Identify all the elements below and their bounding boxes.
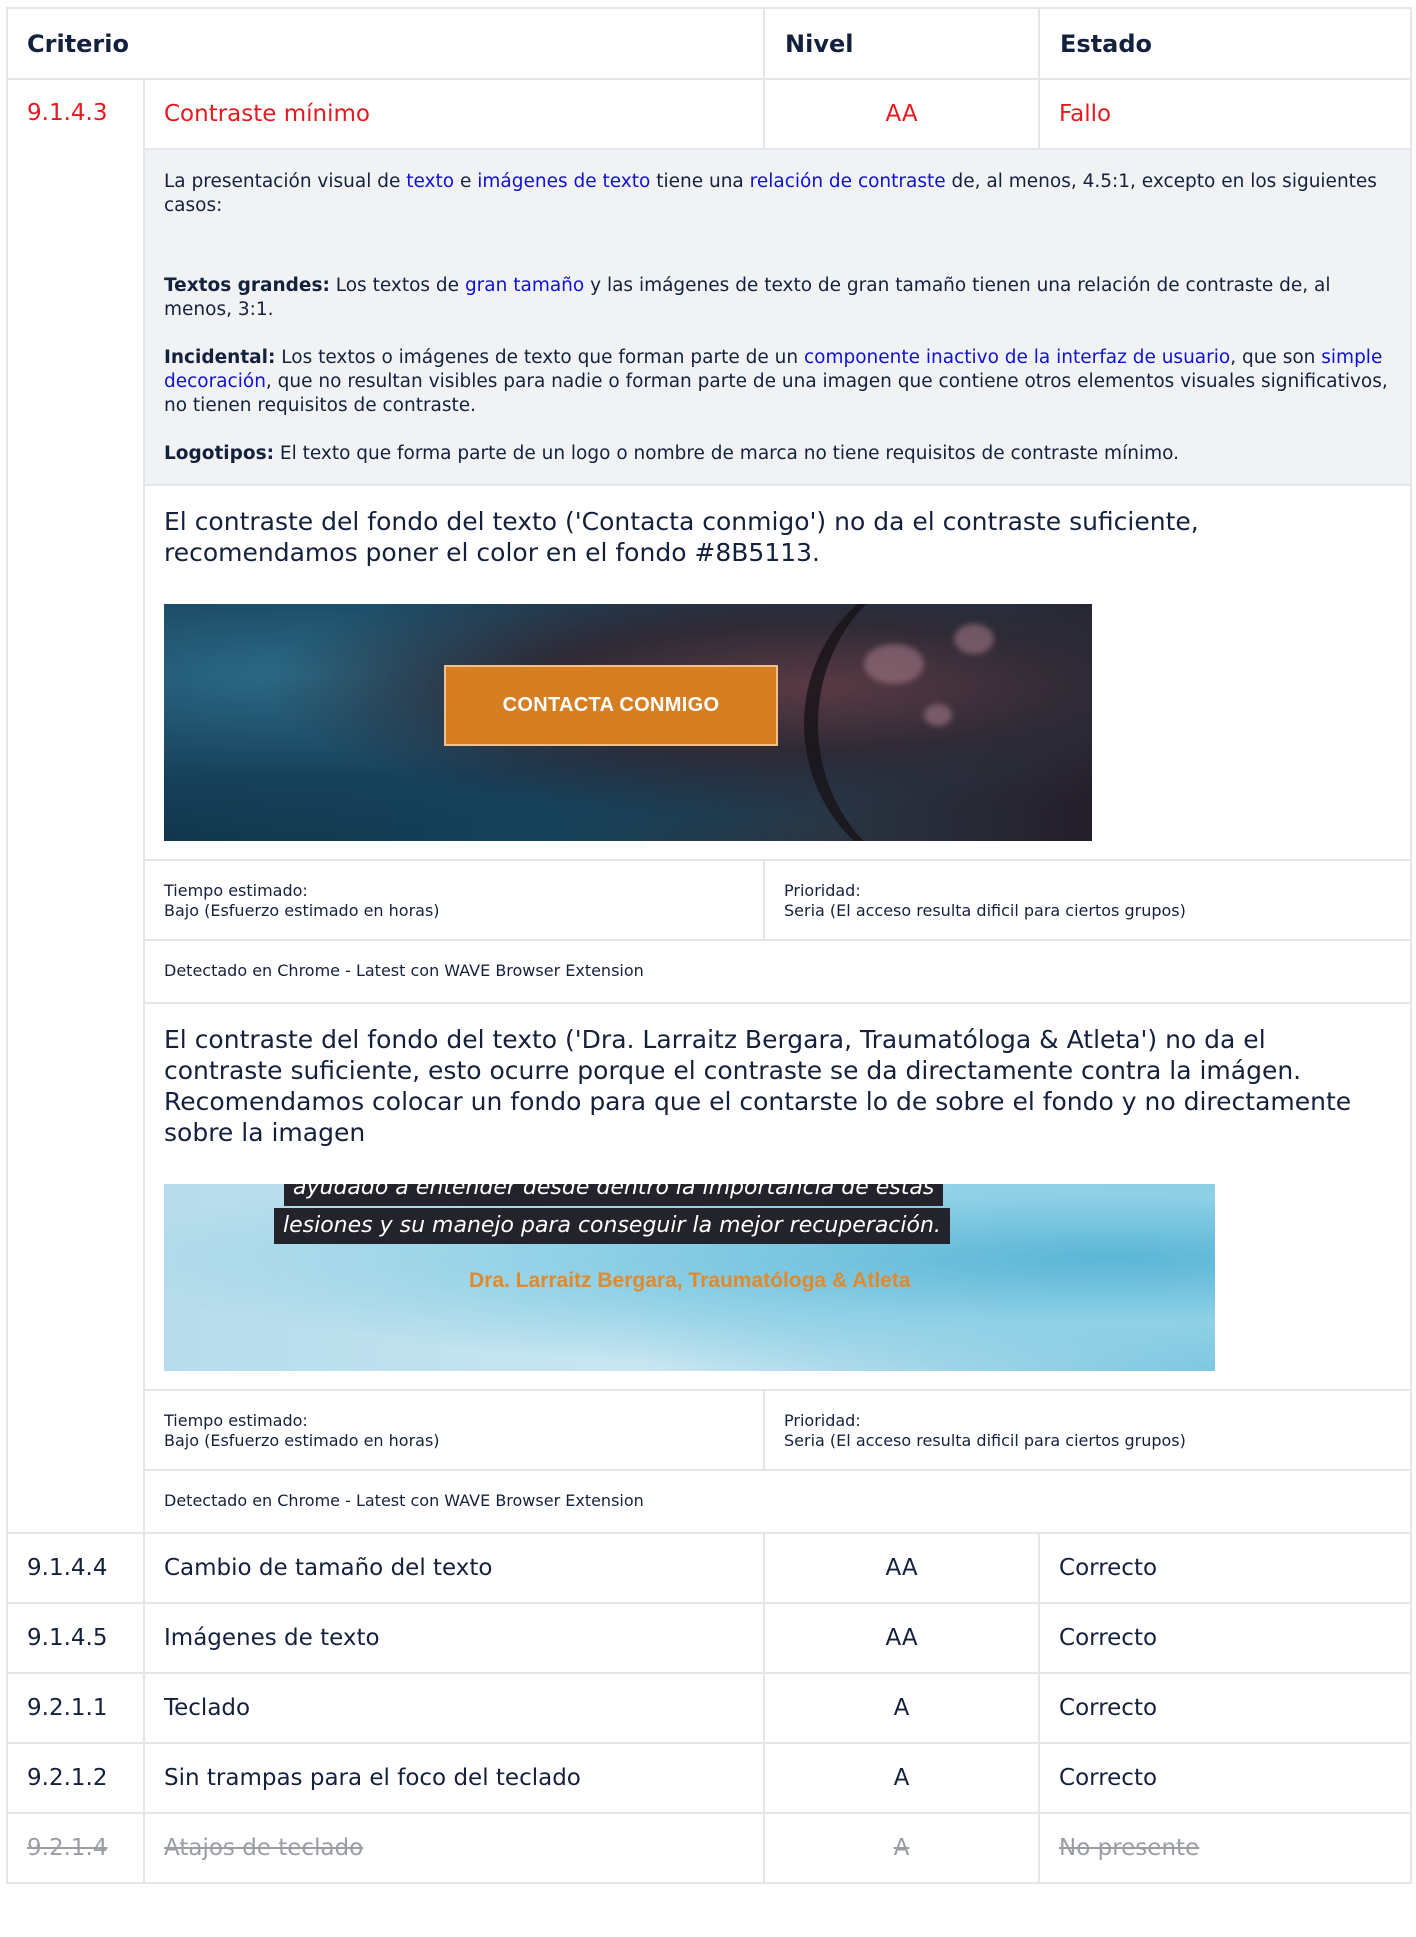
issue-2-detected-row: Detectado en Chrome - Latest con WAVE Br… bbox=[7, 1469, 1413, 1534]
criterion-code: 9.2.1.4 bbox=[6, 1812, 145, 1884]
issue-1-meta-row: Tiempo estimado: Bajo (Esfuerzo estimado … bbox=[7, 859, 1413, 941]
criterion-status: Correcto bbox=[1038, 1602, 1413, 1674]
link-gran-tamano[interactable]: gran tamaño bbox=[465, 275, 584, 296]
criterion-code: 9.1.4.3 bbox=[6, 78, 145, 1534]
criterion-code: 9.1.4.5 bbox=[6, 1602, 145, 1674]
criterion-status: Correcto bbox=[1038, 1532, 1413, 1604]
issue-2-detected: Detectado en Chrome - Latest con WAVE Br… bbox=[142, 1469, 1413, 1534]
shadow-curve bbox=[804, 604, 1092, 841]
issue-1-time: Tiempo estimado: Bajo (Esfuerzo estimado … bbox=[142, 859, 766, 941]
issue-2-screenshot: ayudado a entender desde dentro la impor… bbox=[164, 1184, 1215, 1371]
link-componente-inactivo[interactable]: componente inactivo de la interfaz de us… bbox=[804, 347, 1230, 368]
table-row: 9.1.4.4 Cambio de tamaño del texto AA Co… bbox=[6, 1532, 1413, 1604]
criterion-name: Contraste mínimo bbox=[142, 78, 766, 150]
description-large-text: Textos grandes: Los textos de gran tamañ… bbox=[164, 275, 1331, 320]
issue-1-screenshot: CONTACTA CONMIGO bbox=[164, 604, 1092, 841]
issue-row-1: El contraste del fondo del texto ('Conta… bbox=[7, 484, 1413, 861]
criterion-name: Sin trampas para el foco del teclado bbox=[142, 1742, 766, 1814]
issue-row-2: El contraste del fondo del texto ('Dra. … bbox=[7, 1002, 1413, 1391]
description-logos: Logotipos: El texto que forma parte de u… bbox=[164, 443, 1179, 464]
table-row-absent: 9.2.1.4 Atajos de teclado A No presente bbox=[6, 1812, 1413, 1884]
issue-2: El contraste del fondo del texto ('Dra. … bbox=[142, 1002, 1413, 1391]
criteria-table: Criterio Nivel Estado 9.1.4.3 Contraste … bbox=[5, 7, 1413, 1884]
link-relacion-de-contraste[interactable]: relación de contraste bbox=[750, 171, 946, 192]
criterion-level: AA bbox=[763, 78, 1041, 150]
criterion-level: A bbox=[763, 1812, 1041, 1884]
criterion-level: A bbox=[763, 1672, 1041, 1744]
issue-1-detected: Detectado en Chrome - Latest con WAVE Br… bbox=[142, 939, 1413, 1004]
quote-line-1: ayudado a entender desde dentro la impor… bbox=[284, 1184, 944, 1206]
issue-2-priority: Prioridad: Seria (El acceso resulta dific… bbox=[763, 1389, 1413, 1471]
criterion-level: A bbox=[763, 1742, 1041, 1814]
page: Criterio Nivel Estado 9.1.4.3 Contraste … bbox=[0, 0, 1416, 1937]
criterion-level: AA bbox=[763, 1602, 1041, 1674]
link-texto[interactable]: texto bbox=[406, 171, 454, 192]
criterion-status: Correcto bbox=[1038, 1672, 1413, 1744]
issue-1-detected-row: Detectado en Chrome - Latest con WAVE Br… bbox=[7, 939, 1413, 1004]
header-criterion: Criterio bbox=[5, 7, 766, 80]
issue-2-time: Tiempo estimado: Bajo (Esfuerzo estimado … bbox=[142, 1389, 766, 1471]
criterion-name: Cambio de tamaño del texto bbox=[142, 1532, 766, 1604]
criterion-name: Teclado bbox=[142, 1672, 766, 1744]
quote-signature: Dra. Larraitz Bergara, Traumatóloga & At… bbox=[469, 1269, 911, 1292]
header-status: Estado bbox=[1038, 7, 1413, 80]
criterion-status: Fallo bbox=[1038, 78, 1413, 150]
criterion-name: Atajos de teclado bbox=[142, 1812, 766, 1884]
criterion-status: No presente bbox=[1038, 1812, 1413, 1884]
issue-2-text: El contraste del fondo del texto ('Dra. … bbox=[164, 1025, 1352, 1147]
description-incidental: Incidental: Los textos o imágenes de tex… bbox=[164, 347, 1388, 416]
header-level: Nivel bbox=[763, 7, 1041, 80]
table-row-failed: 9.1.4.3 Contraste mínimo AA Fallo bbox=[6, 78, 1413, 1534]
table-row: 9.2.1.2 Sin trampas para el foco del tec… bbox=[6, 1742, 1413, 1814]
table-row: 9.1.4.5 Imágenes de texto AA Correcto bbox=[6, 1602, 1413, 1674]
link-imagenes-de-texto[interactable]: imágenes de texto bbox=[477, 171, 650, 192]
criterion-code: 9.2.1.1 bbox=[6, 1672, 145, 1744]
criterion-name: Imágenes de texto bbox=[142, 1602, 766, 1674]
contact-button-preview: CONTACTA CONMIGO bbox=[444, 665, 778, 746]
issue-1: El contraste del fondo del texto ('Conta… bbox=[142, 484, 1413, 861]
issue-1-text: El contraste del fondo del texto ('Conta… bbox=[164, 507, 1199, 567]
quote-line-2: lesiones y su manejo para conseguir la m… bbox=[274, 1208, 950, 1244]
description-intro: La presentación visual de texto e imágen… bbox=[164, 171, 1377, 216]
criterion-code: 9.1.4.4 bbox=[6, 1532, 145, 1604]
criterion-description: La presentación visual de texto e imágen… bbox=[142, 148, 1413, 486]
description-row: La presentación visual de texto e imágen… bbox=[7, 148, 1413, 486]
criterion-code: 9.2.1.2 bbox=[6, 1742, 145, 1814]
issue-1-priority: Prioridad: Seria (El acceso resulta dific… bbox=[763, 859, 1413, 941]
criterion-level: AA bbox=[763, 1532, 1041, 1604]
issue-2-meta-row: Tiempo estimado: Bajo (Esfuerzo estimado … bbox=[7, 1389, 1413, 1471]
criterion-status: Correcto bbox=[1038, 1742, 1413, 1814]
table-row: 9.2.1.1 Teclado A Correcto bbox=[6, 1672, 1413, 1744]
table-header-row: Criterio Nivel Estado bbox=[5, 7, 1413, 80]
